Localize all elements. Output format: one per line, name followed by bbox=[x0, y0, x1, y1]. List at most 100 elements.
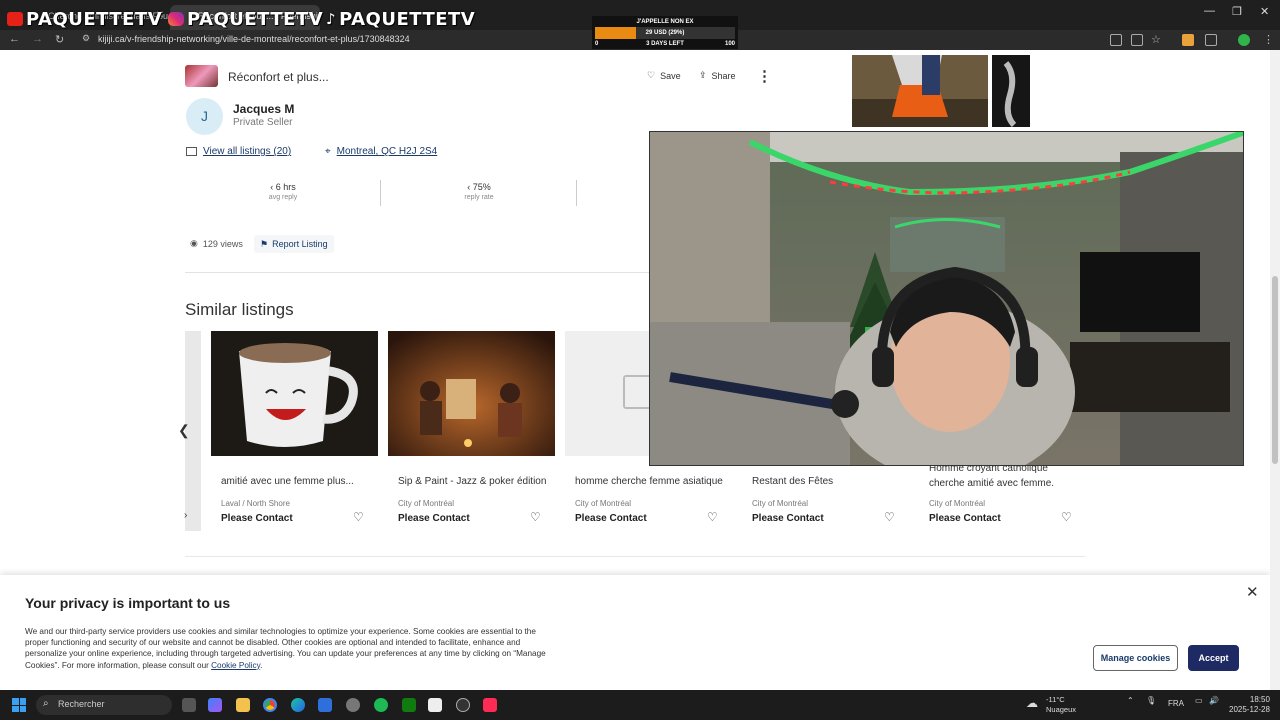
listing-price: Please Contact bbox=[929, 513, 1001, 524]
microphone-icon[interactable]: 🎙 bbox=[1146, 696, 1156, 705]
stream-brand-youtube: PAQUETTETV bbox=[7, 8, 162, 30]
listing-photo[interactable] bbox=[992, 55, 1030, 127]
close-window-icon[interactable]: ✕ bbox=[1260, 5, 1269, 18]
chevron-up-icon[interactable]: ⌃ bbox=[1127, 696, 1134, 705]
views-text: 129 views bbox=[202, 238, 243, 249]
network-icon[interactable]: ▭ bbox=[1195, 696, 1203, 705]
forward-icon[interactable]: → bbox=[32, 33, 43, 45]
web-page: Réconfort et plus... ♡ Save ⇪ Share ⋮ J … bbox=[0, 50, 1270, 690]
manage-cookies-button[interactable]: Manage cookies bbox=[1093, 645, 1178, 671]
seller-type: Private Seller bbox=[233, 117, 293, 128]
stat-reply-rate: ‹ 75% reply rate bbox=[381, 182, 577, 201]
stat-label: avg reply bbox=[268, 194, 298, 201]
tiktok-icon: ♪ bbox=[326, 10, 337, 28]
browser-menu-icon[interactable]: ⋮ bbox=[1263, 33, 1274, 46]
weather-temp: -11°C bbox=[1046, 695, 1065, 704]
cookie-policy-link[interactable]: Cookie Policy bbox=[211, 661, 260, 670]
share-label: Share bbox=[711, 70, 736, 81]
report-listing-button[interactable]: ⚑ Report Listing bbox=[254, 235, 334, 253]
listing-location: City of Montréal bbox=[752, 499, 809, 508]
listing-thumbnail[interactable] bbox=[185, 65, 218, 87]
xbox-icon[interactable] bbox=[402, 698, 416, 712]
minimize-icon[interactable]: — bbox=[1204, 5, 1215, 17]
goal-amount: 29 USD (29%) bbox=[645, 30, 685, 36]
brand-text: PAQUETTETV bbox=[26, 8, 163, 30]
profile-avatar-icon[interactable] bbox=[1238, 34, 1250, 46]
divider bbox=[185, 556, 1085, 557]
spotify-icon[interactable] bbox=[374, 698, 388, 712]
map-pin-icon: ⌖ bbox=[325, 146, 331, 157]
goal-days-left: 3 DAYS LEFT bbox=[646, 41, 684, 47]
language-indicator[interactable]: FRA bbox=[1168, 699, 1184, 708]
share-button[interactable]: ⇪ Share bbox=[699, 70, 736, 81]
scrollbar-thumb[interactable] bbox=[1272, 276, 1278, 464]
more-options-icon[interactable]: ⋮ bbox=[757, 67, 772, 85]
mail-icon[interactable] bbox=[318, 698, 332, 712]
listing-price: Please Contact bbox=[752, 513, 824, 524]
view-all-listings-link[interactable]: View all listings (20) bbox=[186, 146, 291, 157]
favorite-heart-icon[interactable]: ♡ bbox=[353, 510, 364, 524]
close-icon[interactable]: ✕ bbox=[1246, 583, 1259, 601]
listing-card[interactable]: Sip & Paint - Jazz & poker édition City … bbox=[388, 331, 555, 531]
system-clock[interactable]: 18:50 2025-12-28 bbox=[1229, 695, 1270, 715]
listing-card[interactable]: amitié avec une femme plus... Laval / No… bbox=[211, 331, 378, 531]
reload-icon[interactable]: ↻ bbox=[55, 33, 64, 46]
translate-icon[interactable] bbox=[1131, 34, 1143, 46]
clock-date: 2025-12-28 bbox=[1229, 705, 1270, 714]
volume-icon[interactable]: 🔊 bbox=[1209, 696, 1219, 705]
save-button[interactable]: ♡ Save bbox=[647, 70, 681, 81]
extensions-puzzle-icon[interactable] bbox=[1205, 34, 1217, 46]
listing-photo[interactable] bbox=[852, 55, 988, 127]
divider bbox=[576, 180, 577, 206]
taskbar-search-input[interactable]: ⌕ Rechercher bbox=[36, 695, 172, 715]
cookie-period: . bbox=[260, 660, 263, 670]
flag-icon: ⚑ bbox=[260, 238, 269, 249]
favorite-heart-icon[interactable]: ♡ bbox=[530, 510, 541, 524]
maximize-icon[interactable]: ❐ bbox=[1232, 5, 1242, 18]
url-field[interactable]: kijiji.ca/v-friendship-networking/ville-… bbox=[98, 34, 410, 44]
clock-time: 18:50 bbox=[1249, 695, 1270, 704]
obs-icon[interactable] bbox=[456, 698, 470, 712]
stat-label: reply rate bbox=[464, 194, 494, 201]
back-icon[interactable]: ← bbox=[9, 33, 20, 45]
extension-icon[interactable] bbox=[1182, 34, 1194, 46]
listing-price: Please Contact bbox=[575, 513, 647, 524]
chrome-icon[interactable] bbox=[263, 698, 277, 712]
webcam-overlay bbox=[649, 131, 1244, 466]
donation-goal-widget: J'APPELLE NON EX 29 USD (29%) 0 3 DAYS L… bbox=[592, 16, 738, 49]
bookmark-star-icon[interactable]: ☆ bbox=[1151, 33, 1161, 46]
cast-icon[interactable] bbox=[1110, 34, 1122, 46]
listing-title: homme cherche femme asiatique bbox=[575, 476, 723, 487]
favorite-heart-icon[interactable]: ♡ bbox=[707, 510, 718, 524]
store-icon[interactable] bbox=[428, 698, 442, 712]
listing-image bbox=[388, 331, 555, 456]
brand-text: PAQUETTETV bbox=[187, 8, 324, 30]
settings-gear-icon[interactable] bbox=[346, 698, 360, 712]
copilot-icon[interactable] bbox=[208, 698, 222, 712]
seller-avatar: J bbox=[186, 98, 223, 135]
site-info-icon[interactable]: ⚙ bbox=[82, 33, 90, 44]
seller-name[interactable]: Jacques M bbox=[233, 102, 294, 116]
location-text: Montreal, QC H2J 2S4 bbox=[336, 146, 438, 157]
report-label: Report Listing bbox=[272, 239, 328, 249]
listing-location: City of Montréal bbox=[398, 499, 455, 508]
weather-widget[interactable]: -11°C Nuageux bbox=[1046, 695, 1076, 715]
windows-start-icon[interactable] bbox=[12, 698, 26, 712]
accept-button[interactable]: Accept bbox=[1188, 645, 1239, 671]
favorite-heart-icon[interactable]: ♡ bbox=[884, 510, 895, 524]
cookie-consent-banner: Your privacy is important to us We and o… bbox=[0, 575, 1270, 690]
favorite-heart-icon[interactable]: ♡ bbox=[1061, 510, 1072, 524]
task-view-icon[interactable] bbox=[182, 698, 196, 712]
location-link[interactable]: ⌖ Montreal, QC H2J 2S4 bbox=[325, 146, 437, 157]
listings-link-text: View all listings (20) bbox=[203, 146, 292, 157]
weather-cloud-icon[interactable]: ☁ bbox=[1026, 696, 1038, 710]
listing-title: Sip & Paint - Jazz & poker édition bbox=[398, 476, 547, 487]
page-scrollbar[interactable] bbox=[1270, 50, 1280, 690]
edge-icon[interactable] bbox=[291, 698, 305, 712]
cookie-title: Your privacy is important to us bbox=[25, 595, 231, 611]
stream-brand-tiktok: ♪ PAQUETTETV bbox=[326, 8, 475, 30]
carousel-prev-icon[interactable]: ❮ bbox=[178, 422, 190, 439]
tiktok-live-icon[interactable] bbox=[483, 698, 497, 712]
brand-text: PAQUETTETV bbox=[339, 8, 476, 30]
file-explorer-icon[interactable] bbox=[236, 698, 250, 712]
